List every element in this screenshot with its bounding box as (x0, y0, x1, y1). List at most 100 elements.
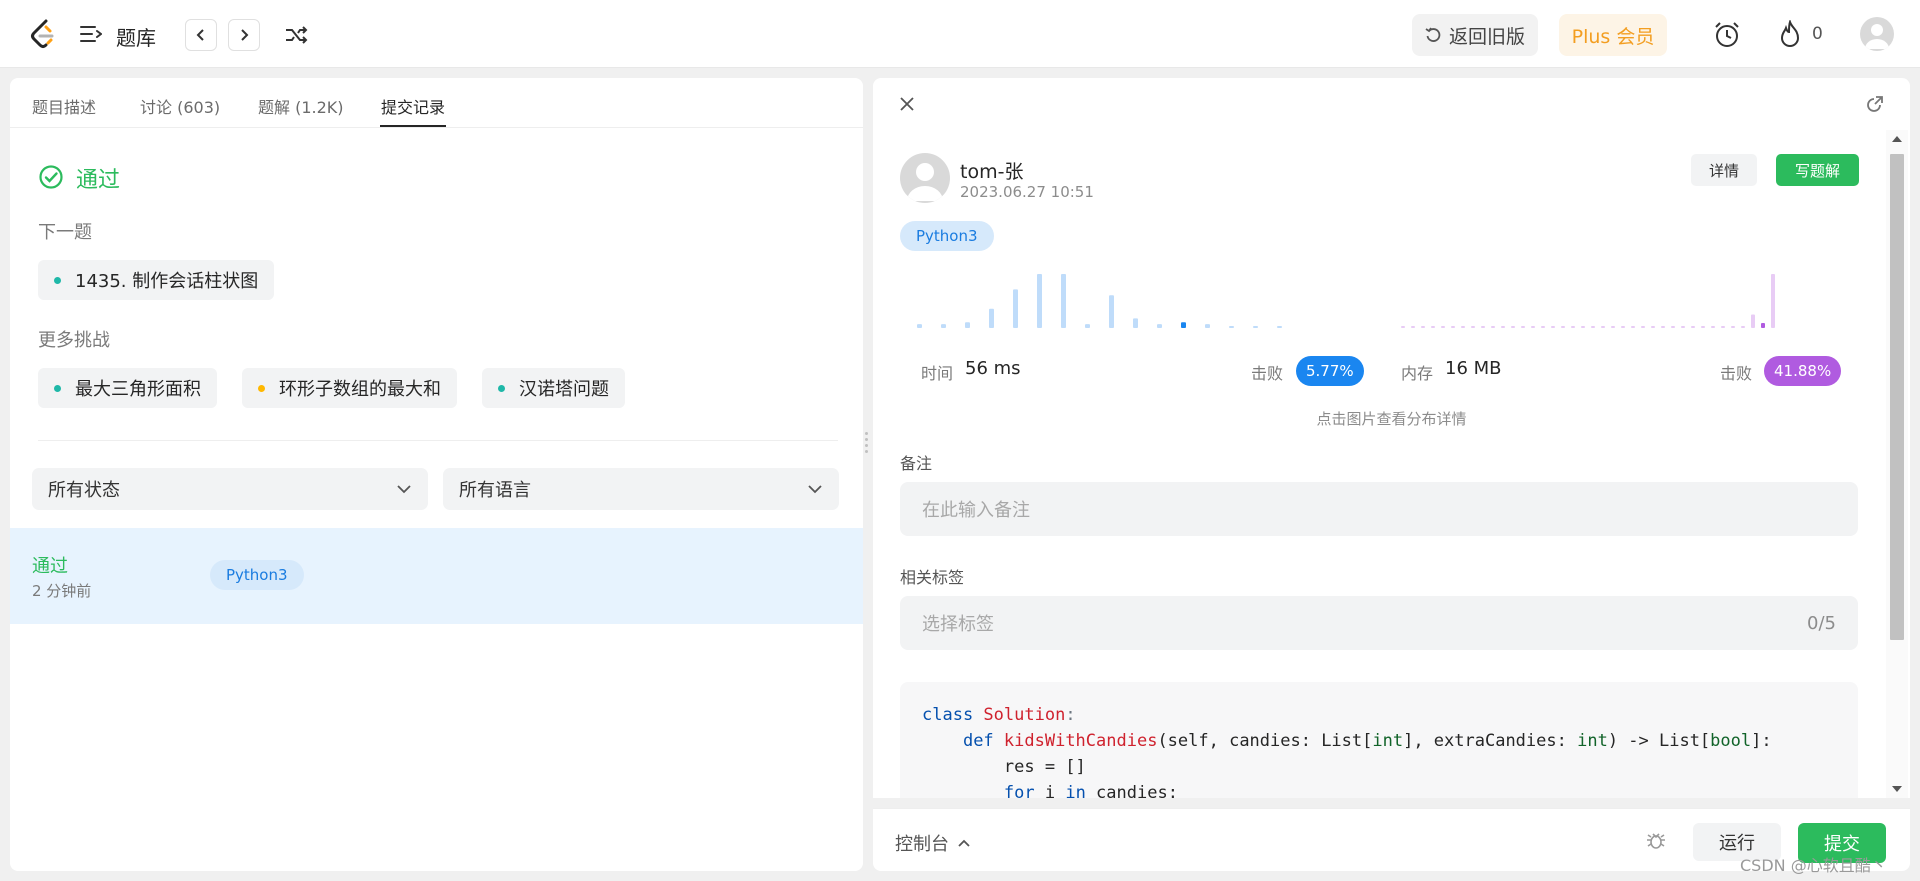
result-status: 通过 (76, 168, 121, 193)
code-token: int (1372, 731, 1404, 751)
avatar-silhouette-icon (907, 163, 943, 201)
challenge-chip[interactable]: 最大三角形面积 (38, 368, 217, 408)
chevron-down-icon (397, 485, 411, 494)
histogram-bar (1651, 326, 1655, 328)
histogram-bar (1229, 326, 1234, 328)
histogram-bar (1711, 326, 1715, 328)
histogram-bar (1611, 326, 1615, 328)
next-problem-label: 下一题 (38, 222, 92, 243)
console-toggle[interactable]: 控制台 (895, 830, 971, 856)
code-viewer[interactable]: class Solution: def kidsWithCandies(self… (900, 682, 1858, 798)
runtime-label: 时间 (921, 364, 954, 383)
shuffle-icon[interactable] (284, 23, 310, 47)
histogram-bar (1771, 274, 1775, 328)
language-filter-select[interactable]: 所有语言 (443, 468, 839, 510)
chevron-down-icon (808, 485, 822, 494)
next-problem-chip[interactable]: 1435. 制作会话柱状图 (38, 260, 275, 300)
submitter-name[interactable]: tom-张 (960, 157, 1023, 184)
debug-bug-icon[interactable] (1645, 829, 1667, 851)
challenge-title: 汉诺塔问题 (519, 379, 609, 400)
submitter-avatar[interactable] (900, 153, 950, 203)
histogram-bar (1013, 289, 1018, 328)
histogram-bar (1701, 326, 1705, 328)
scroll-up-arrow-icon[interactable] (1892, 136, 1902, 142)
plus-member-button[interactable]: Plus 会员 (1559, 14, 1667, 56)
tab-discussion[interactable]: 讨论 (603) (140, 94, 220, 118)
histogram-bar (1431, 326, 1435, 328)
panel-resize-handle[interactable] (865, 432, 869, 454)
histogram-bar (1501, 326, 1505, 328)
return-old-version-button[interactable]: 返回旧版 (1412, 14, 1538, 56)
next-problem-button[interactable] (228, 19, 260, 51)
left-panel: 题目描述 讨论 (603) 题解 (1.2K) 提交记录 通过 下一题 1435… (10, 78, 863, 871)
streak-fire-icon[interactable] (1778, 20, 1802, 48)
problem-bank-title[interactable]: 题库 (116, 22, 156, 51)
tags-select[interactable]: 选择标签 0/5 (900, 596, 1858, 650)
details-button[interactable]: 详情 (1691, 154, 1757, 186)
tab-solutions[interactable]: 题解 (1.2K) (258, 94, 344, 118)
active-tab-indicator (380, 125, 446, 127)
memory-value: 16 MB (1445, 358, 1502, 379)
chevron-up-icon (958, 839, 970, 847)
tab-description[interactable]: 题目描述 (32, 94, 96, 118)
write-solution-button[interactable]: 写题解 (1776, 154, 1859, 186)
histogram-bar (1681, 326, 1685, 328)
histogram-bar (1761, 322, 1765, 328)
histogram-bar (1631, 326, 1635, 328)
submission-time: 2 分钟前 (32, 582, 92, 600)
user-avatar[interactable] (1860, 17, 1894, 51)
code-token: in (1065, 783, 1097, 798)
language-filter-value: 所有语言 (459, 480, 531, 501)
histogram-bar (1751, 314, 1755, 328)
tab-submissions[interactable]: 提交记录 (381, 94, 445, 118)
histogram-bar (1181, 322, 1186, 328)
challenge-chip[interactable]: 环形子数组的最大和 (242, 368, 457, 408)
tags-label: 相关标签 (900, 568, 965, 587)
code-token: class (922, 705, 984, 725)
challenge-chip[interactable]: 汉诺塔问题 (482, 368, 625, 408)
scrollbar-thumb[interactable] (1890, 154, 1904, 640)
difficulty-dot (54, 276, 61, 284)
prev-problem-button[interactable] (185, 19, 217, 51)
problem-list-icon[interactable] (80, 24, 102, 44)
runtime-distribution-chart[interactable] (917, 268, 1292, 328)
note-label: 备注 (900, 454, 933, 473)
leetcode-logo-icon[interactable] (28, 18, 58, 50)
difficulty-dot (258, 384, 265, 392)
histogram-bar (1721, 326, 1725, 328)
console-label: 控制台 (895, 834, 949, 855)
histogram-bar (1461, 326, 1465, 328)
histogram-bar (1561, 326, 1565, 328)
status-filter-select[interactable]: 所有状态 (32, 468, 428, 510)
histogram-bar (965, 322, 970, 328)
histogram-bar (1541, 326, 1545, 328)
histogram-bar (1641, 326, 1645, 328)
histogram-bar (1061, 274, 1066, 328)
status-filter-value: 所有状态 (48, 480, 120, 501)
histogram-bar (1157, 324, 1162, 328)
histogram-bar (1451, 326, 1455, 328)
divider (38, 440, 838, 441)
histogram-bar (1591, 326, 1595, 328)
histogram-bar (1581, 326, 1585, 328)
code-token: int (1577, 731, 1608, 751)
scroll-down-arrow-icon[interactable] (1892, 786, 1902, 792)
memory-label: 内存 (1401, 364, 1434, 383)
histogram-bar (1741, 326, 1745, 328)
histogram-bar (1621, 326, 1625, 328)
note-input[interactable]: 在此输入备注 (900, 482, 1858, 536)
open-external-icon[interactable] (1863, 94, 1885, 116)
code-token: (self, candies: List[ (1157, 731, 1373, 751)
next-problem-title: 1435. 制作会话柱状图 (75, 271, 259, 292)
memory-distribution-chart[interactable] (1401, 268, 1781, 328)
submission-row[interactable]: 通过 2 分钟前 Python3 (10, 528, 863, 624)
code-token: def (962, 731, 1004, 751)
close-icon[interactable] (897, 94, 917, 114)
runtime-beat-badge: 5.77% (1296, 356, 1364, 386)
histogram-bar (1491, 326, 1495, 328)
detail-scrollbar[interactable] (1886, 130, 1908, 798)
histogram-bar (1205, 324, 1210, 328)
alarm-clock-icon[interactable] (1712, 20, 1742, 50)
runtime-value: 56 ms (965, 358, 1021, 379)
watermark: CSDN @心软且酷丶 (1740, 856, 1887, 875)
